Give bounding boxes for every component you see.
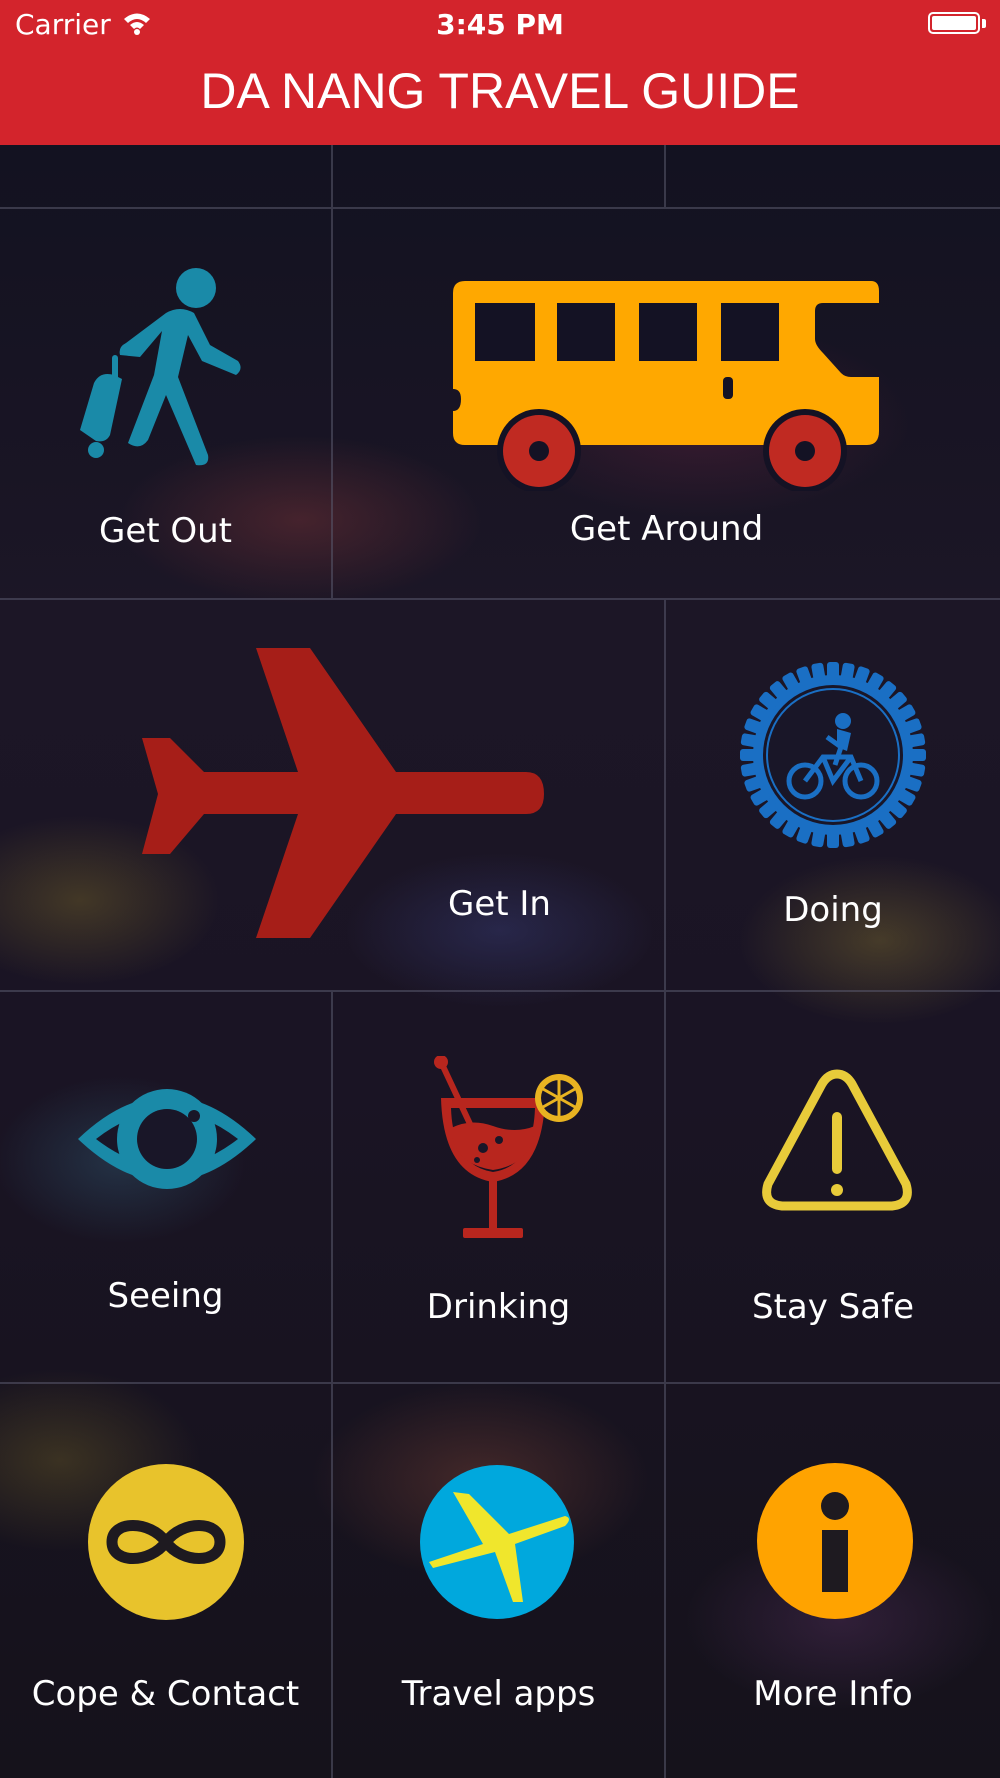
tile-label: Seeing xyxy=(107,1276,224,1316)
tile-label: More Info xyxy=(753,1674,913,1714)
info-icon xyxy=(757,1463,913,1619)
infinity-icon xyxy=(88,1464,244,1620)
status-time: 3:45 PM xyxy=(436,8,564,41)
tile-label: Cope & Contact xyxy=(31,1674,300,1714)
tile-travel-apps[interactable]: Travel apps xyxy=(333,1384,666,1778)
tile-label: Doing xyxy=(783,890,883,930)
tile-label: Get Out xyxy=(98,511,233,551)
traveler-walking-icon xyxy=(80,268,241,466)
app-header: Carrier 3:45 PM DA NANG TRAVEL GUIDE xyxy=(0,0,1000,145)
tile-doing[interactable]: Doing xyxy=(666,600,1000,992)
tile-stay-safe[interactable]: Stay Safe xyxy=(666,992,1000,1384)
cycling-gear-icon xyxy=(740,662,926,848)
tile-label: Get In xyxy=(448,884,551,924)
partial-tile-1[interactable] xyxy=(0,145,333,209)
bus-icon xyxy=(453,281,879,491)
tile-label: Get Around xyxy=(569,509,764,549)
expedia-plane-icon xyxy=(420,1465,574,1619)
page-title: DA NANG TRAVEL GUIDE xyxy=(200,63,800,119)
tile-label: Stay Safe xyxy=(752,1287,914,1327)
eye-icon xyxy=(78,1089,256,1189)
tile-label: Travel apps xyxy=(401,1674,596,1714)
tile-more-info[interactable]: More Info xyxy=(666,1384,1000,1778)
warning-triangle-icon xyxy=(762,1069,912,1211)
tile-get-out[interactable]: Get Out xyxy=(0,209,333,600)
tile-get-in[interactable]: Get In xyxy=(0,600,666,992)
tile-cope-contact[interactable]: Cope & Contact xyxy=(0,1384,333,1778)
partial-tile-2[interactable] xyxy=(333,145,666,209)
status-bar: Carrier 3:45 PM xyxy=(0,0,1000,50)
battery-icon xyxy=(928,12,980,34)
tile-seeing[interactable]: Seeing xyxy=(0,992,333,1384)
battery-tip xyxy=(982,19,986,28)
tile-drinking[interactable]: Drinking xyxy=(333,992,666,1384)
cocktail-icon xyxy=(434,1056,583,1238)
tile-label: Drinking xyxy=(426,1287,571,1327)
tile-get-around[interactable]: Get Around xyxy=(333,209,1000,600)
partial-tile-3[interactable] xyxy=(666,145,1000,209)
